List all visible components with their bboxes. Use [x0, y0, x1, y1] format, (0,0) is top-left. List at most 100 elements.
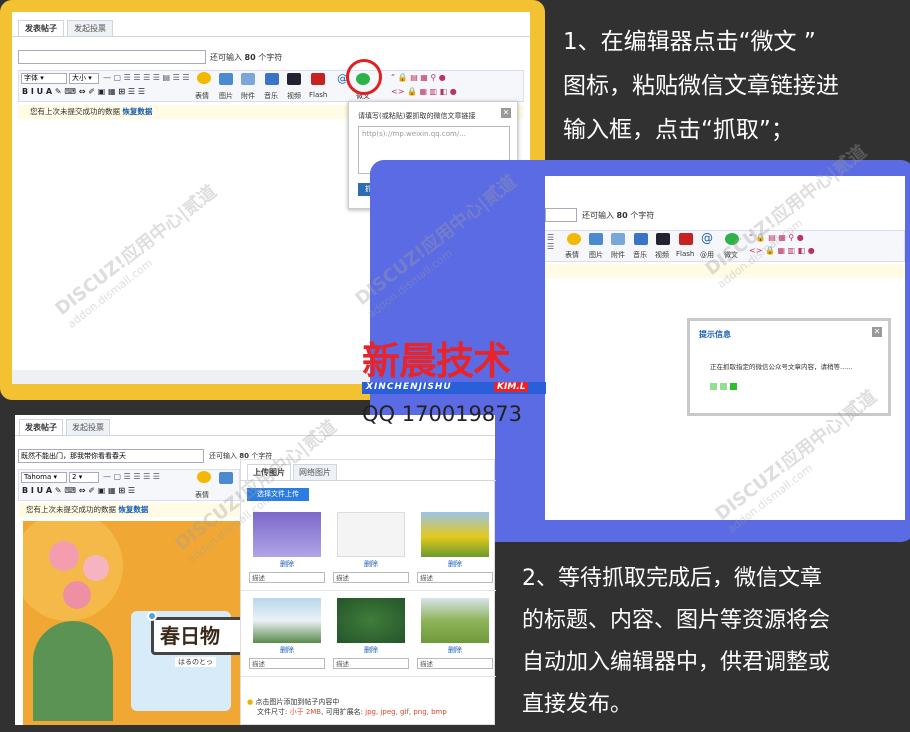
image-icon[interactable]	[219, 73, 233, 85]
tab-poll[interactable]: 发起投票	[67, 20, 113, 36]
format-buttons-3a[interactable]: — ▢ ☰ ☰ ☰ ☰	[103, 472, 160, 481]
attachment-icon[interactable]	[241, 73, 255, 85]
image-icon-2[interactable]	[589, 233, 603, 245]
title-input-3[interactable]: 既然不能出门，那我带你看看春天	[18, 449, 204, 463]
music-label: 音乐	[264, 92, 278, 100]
thumb-item-5[interactable]: 删除 描述	[333, 598, 409, 669]
desc-input[interactable]: 描述	[333, 572, 409, 583]
thumb-item-1[interactable]: 删除 描述	[249, 512, 325, 583]
emoji-icon-2[interactable]	[567, 233, 581, 245]
editor-panel-2: 还可输入 80 个字符 ☰ ☰ 表情 图片 附件 音乐 视频 Flash @ @用…	[545, 176, 905, 520]
thumb-forest[interactable]	[337, 598, 405, 643]
video-label-2: 视频	[655, 251, 669, 259]
row-divider-2	[241, 676, 496, 677]
thumb-bicycle[interactable]	[337, 512, 405, 557]
size-select-3[interactable]: 2 ▾	[69, 472, 99, 483]
flash-icon[interactable]	[311, 73, 325, 85]
video-icon-2[interactable]	[656, 233, 670, 245]
image-label: 图片	[219, 92, 233, 100]
thumb-item-3[interactable]: 删除 描述	[417, 512, 493, 583]
qq-number: QQ 170019873	[362, 402, 522, 426]
delete-link[interactable]: 删除	[249, 559, 325, 569]
dialog-title: 提示信息	[699, 330, 731, 339]
lightbulb-icon: ●	[247, 698, 254, 706]
article-illustration: 春日物 はるのとっ	[23, 521, 245, 725]
restore-data-link-3[interactable]: 恢复数据	[118, 505, 148, 514]
format-buttons-2[interactable]: ☰ ☰	[547, 233, 554, 251]
attachment-label-2: 附件	[611, 251, 625, 259]
format-buttons-row1[interactable]: — ▢ ☰ ☰ ☰ ☰ ▤ ☰ ☰	[103, 73, 190, 82]
dialog-message: 正在抓取指定的微信公众号文章内容，请稍等......	[710, 363, 853, 371]
title-char-hint: 还可输入 80 个字符	[210, 53, 283, 62]
extra-tools-row1[interactable]: “ 🔒 ▤ ▦ ⚲ ●	[391, 73, 446, 82]
tab-divider	[12, 36, 530, 37]
emoji-icon-3[interactable]	[197, 471, 211, 483]
brand-logo: 新晨技术 XINCHENJISHU KIM.L QQ 170019873	[362, 330, 552, 440]
loading-dot-2	[720, 383, 727, 390]
emoji-label-2: 表情	[565, 251, 579, 259]
image-label-2: 图片	[589, 251, 603, 259]
tab-poll-3[interactable]: 发起投票	[66, 419, 110, 435]
editor-toolbar-3: Tahoma ▾ 2 ▾ — ▢ ☰ ☰ ☰ ☰ B I U A ✎ ⌨ ⇔ ✐…	[18, 469, 240, 501]
flower-2	[83, 555, 109, 581]
emoji-icon[interactable]	[197, 72, 211, 84]
restore-data-link[interactable]: 恢复数据	[122, 107, 152, 116]
video-label: 视频	[287, 92, 301, 100]
editor-toolbar: 字体 ▾ 大小 ▾ — ▢ ☰ ☰ ☰ ☰ ▤ ☰ ☰ B I U A ✎ ⌨ …	[18, 59, 524, 102]
image-icon-3[interactable]	[219, 472, 233, 484]
extra-tools-row2[interactable]: <> 🔒 ▦ ▥ ◧ ●	[391, 87, 457, 96]
flash-label: Flash	[309, 91, 328, 99]
format-buttons-row2[interactable]: B I U A ✎ ⌨ ⇔ ✐ ▣ ▦ ⊞ ☰ ☰	[22, 87, 145, 96]
thumb-item-4[interactable]: 删除 描述	[249, 598, 325, 669]
tab-post-3[interactable]: 发表帖子	[19, 419, 63, 435]
upload-help: ● 点击图片添加到帖子内容中 文件尺寸: 小于 2MB, 可用扩展名: jpg,…	[247, 698, 447, 716]
title-input[interactable]	[18, 50, 206, 64]
video-icon[interactable]	[287, 73, 301, 85]
delete-link[interactable]: 删除	[333, 645, 409, 655]
delete-link[interactable]: 删除	[249, 645, 325, 655]
step1-description: 1、在编辑器点击“微文 ” 图标，粘贴微信文章链接进 输入框，点击“抓取”；	[563, 29, 839, 143]
thumb-item-6[interactable]: 删除 描述	[417, 598, 493, 669]
logo-sub-bar: XINCHENJISHU KIM.L	[362, 382, 546, 394]
font-select-3[interactable]: Tahoma ▾	[21, 472, 67, 483]
title-char-hint-2: 还可输入 80 个字符	[582, 211, 655, 220]
font-select[interactable]: 字体 ▾	[21, 73, 67, 84]
banner-title: 春日物	[160, 624, 220, 648]
flash-label-2: Flash	[676, 250, 695, 258]
desc-input[interactable]: 描述	[333, 658, 409, 669]
delete-link[interactable]: 删除	[333, 559, 409, 569]
loading-dot-1	[710, 383, 717, 390]
flower-3	[63, 581, 91, 609]
format-buttons-3b[interactable]: B I U A ✎ ⌨ ⇔ ✐ ▣ ▦ ⊞ ☰	[22, 486, 135, 495]
desc-input[interactable]: 描述	[417, 572, 493, 583]
close-icon[interactable]: ✕	[501, 108, 511, 118]
desc-input[interactable]: 描述	[249, 572, 325, 583]
thumb-horse[interactable]	[421, 598, 489, 643]
step2-description: 2、等待抓取完成后，微信文章 的标题、内容、图片等资源将会 自动加入编辑器中，供…	[522, 566, 831, 717]
mention-icon-2[interactable]: @	[701, 231, 713, 245]
close-icon-2[interactable]: ✕	[872, 327, 882, 337]
thumb-lavender[interactable]	[253, 512, 321, 557]
size-select[interactable]: 大小 ▾	[69, 73, 99, 84]
logo-text: 新晨技术	[362, 339, 511, 383]
desc-input[interactable]: 描述	[417, 658, 493, 669]
tab-post[interactable]: 发表帖子	[18, 20, 64, 36]
music-label-2: 音乐	[633, 251, 647, 259]
banner-pin	[147, 611, 157, 621]
emoji-label: 表情	[195, 92, 209, 100]
music-icon[interactable]	[265, 73, 279, 85]
delete-link[interactable]: 删除	[417, 645, 493, 655]
delete-link[interactable]: 删除	[417, 559, 493, 569]
emoji-label-3: 表情	[195, 491, 209, 499]
attachment-icon-2[interactable]	[611, 233, 625, 245]
banner-subtitle: はるのとっ	[175, 657, 216, 667]
thumb-landscape[interactable]	[253, 598, 321, 643]
flash-icon-2[interactable]	[679, 233, 693, 245]
title-banner: 春日物	[151, 617, 245, 655]
thumb-rapeseed[interactable]	[421, 512, 489, 557]
music-icon-2[interactable]	[634, 233, 648, 245]
loading-dot-3	[730, 383, 737, 390]
desc-input[interactable]: 描述	[249, 658, 325, 669]
title-input-2[interactable]	[545, 208, 577, 222]
thumb-item-2[interactable]: 删除 描述	[333, 512, 409, 583]
